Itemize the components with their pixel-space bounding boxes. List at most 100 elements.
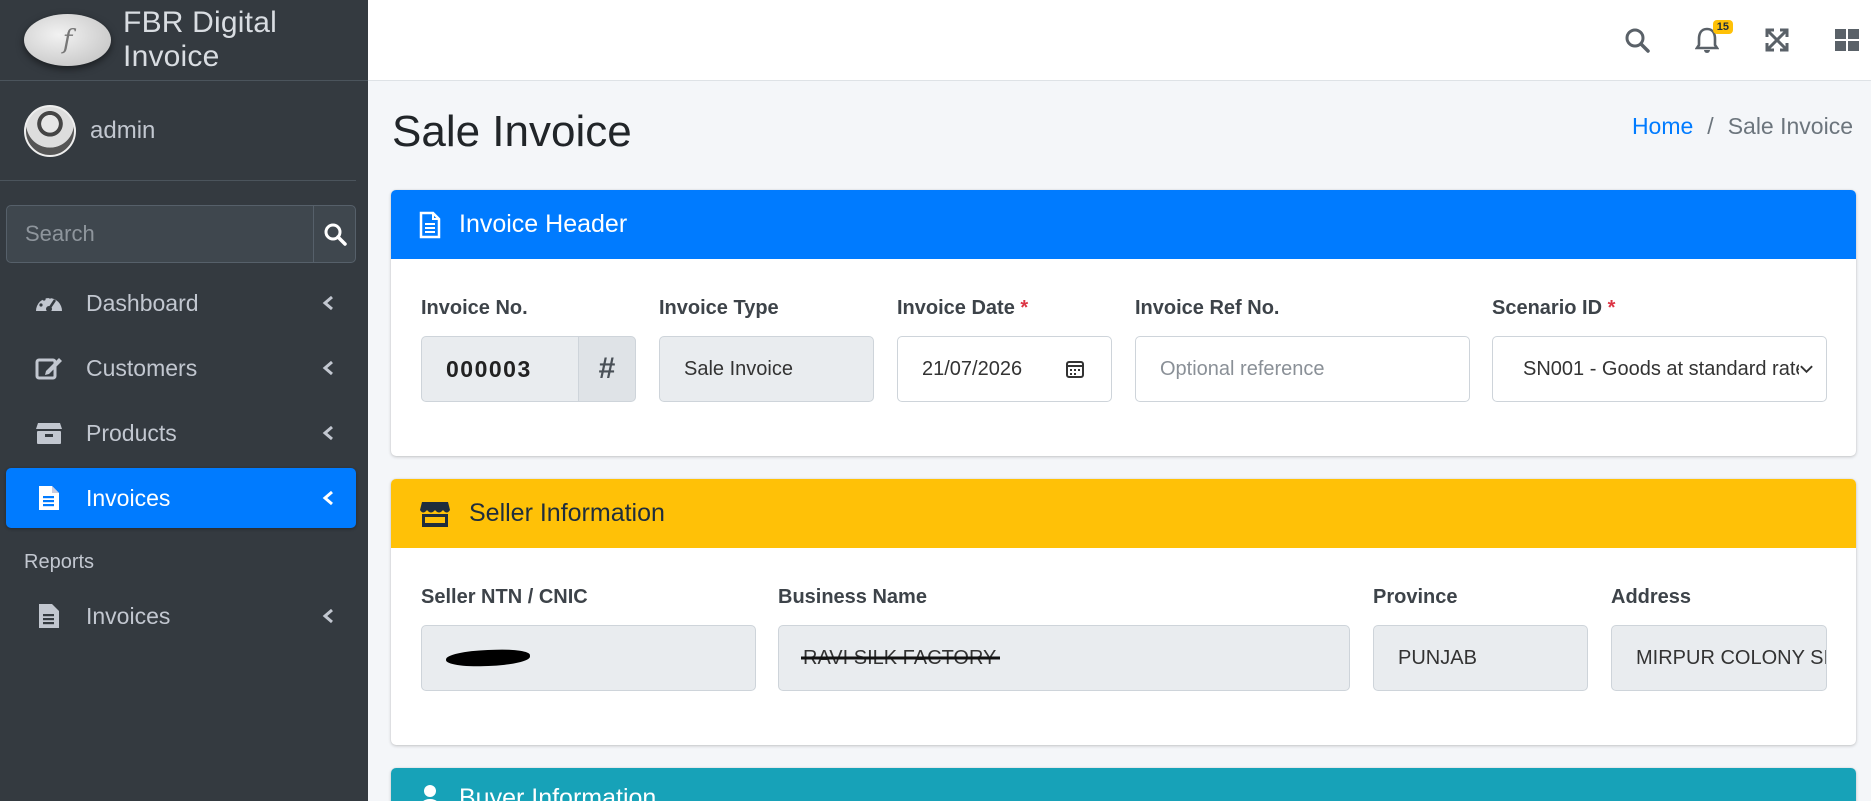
sidebar-search: [6, 205, 356, 263]
invoice-ref-input[interactable]: Optional reference: [1135, 336, 1470, 402]
notification-badge: 15: [1712, 20, 1733, 34]
user-panel[interactable]: admin: [0, 81, 356, 181]
page-title: Sale Invoice: [392, 107, 632, 156]
invoice-date-input[interactable]: 21/07/2026: [897, 336, 1112, 402]
brand-logo-letter: f: [62, 25, 73, 55]
seller-ntn-input[interactable]: [421, 625, 756, 691]
invoice-ref-placeholder: Optional reference: [1160, 357, 1325, 380]
invoice-date-label: Invoice Date *: [897, 297, 1112, 320]
card-title: Buyer Information: [459, 784, 657, 801]
chevron-left-icon: [322, 425, 334, 441]
breadcrumb-home-link[interactable]: Home: [1632, 113, 1693, 140]
business-name-label: Business Name: [778, 586, 927, 608]
invoice-no-label: Invoice No.: [421, 297, 528, 319]
business-name-value: RAVI SILK FACTORY: [803, 646, 997, 669]
search-icon: [324, 223, 347, 246]
edit-icon: [34, 354, 64, 382]
sidebar-search-input[interactable]: [7, 206, 313, 262]
main-content: Sale Invoice Home / Sale Invoice Invoice…: [368, 81, 1871, 801]
sidebar-item-customers[interactable]: Customers: [6, 338, 356, 398]
scenario-id-label: Scenario ID *: [1492, 297, 1827, 320]
province-input[interactable]: PUNJAB: [1373, 625, 1588, 691]
seller-ntn-label: Seller NTN / CNIC: [421, 586, 588, 608]
chevron-left-icon: [322, 608, 334, 624]
invoice-type-label: Invoice Type: [659, 297, 779, 319]
card-title: Seller Information: [469, 499, 665, 527]
fullscreen-button[interactable]: [1759, 22, 1795, 58]
search-icon: [1625, 28, 1650, 53]
grid-icon: [1835, 29, 1859, 51]
invoice-no-field: Invoice No. 000003 #: [421, 297, 636, 402]
avatar: [24, 104, 76, 157]
sidebar: f FBR Digital Invoice admin Dashboard Cu…: [0, 0, 368, 801]
sidebar-search-button[interactable]: [313, 206, 355, 262]
file-invoice-icon: [34, 484, 64, 512]
invoice-no-input[interactable]: 000003: [421, 336, 578, 402]
seller-ntn-field: Seller NTN / CNIC: [421, 586, 756, 691]
brand-link[interactable]: f FBR Digital Invoice: [0, 0, 368, 81]
invoice-type-field: Invoice Type Sale Invoice: [659, 297, 874, 402]
buyer-info-card: Buyer Information: [391, 768, 1856, 801]
gauge-icon: [34, 289, 64, 317]
hash-icon: #: [578, 336, 636, 402]
invoice-type-input[interactable]: Sale Invoice: [659, 336, 874, 402]
invoice-ref-label: Invoice Ref No.: [1135, 297, 1280, 319]
sidebar-item-label: Invoices: [86, 602, 171, 629]
scenario-id-select[interactable]: SN001 - Goods at standard rate t: [1492, 336, 1827, 402]
sidebar-item-label: Products: [86, 419, 177, 446]
invoice-date-label-text: Invoice Date: [897, 297, 1015, 319]
user-name: admin: [90, 116, 156, 144]
file-invoice-icon: [34, 602, 64, 630]
chevron-left-icon: [322, 490, 334, 506]
invoice-ref-field: Invoice Ref No. Optional reference: [1135, 297, 1470, 402]
breadcrumb-separator: /: [1707, 113, 1714, 139]
buyer-info-card-header: Buyer Information: [391, 768, 1856, 801]
address-field: Address MIRPUR COLONY SI: [1611, 586, 1827, 691]
invoice-header-card: Invoice Header Invoice No. 000003 # Invo…: [391, 190, 1856, 456]
required-mark: *: [1020, 297, 1029, 319]
user-icon: [419, 784, 441, 801]
required-mark: *: [1607, 297, 1616, 319]
card-title: Invoice Header: [459, 210, 628, 238]
sidebar-item-invoices[interactable]: Invoices: [6, 468, 356, 528]
expand-icon: [1765, 28, 1789, 52]
breadcrumb: Home / Sale Invoice: [1632, 113, 1853, 140]
sidebar-item-report-invoices[interactable]: Invoices: [6, 586, 356, 646]
scenario-id-label-text: Scenario ID: [1492, 297, 1603, 319]
seller-info-card-header: Seller Information: [391, 479, 1856, 548]
breadcrumb-current: Sale Invoice: [1727, 113, 1853, 139]
business-name-input[interactable]: RAVI SILK FACTORY: [778, 625, 1350, 691]
topbar: 15: [368, 0, 1871, 81]
sidebar-item-label: Dashboard: [86, 289, 199, 316]
control-sidebar-button[interactable]: [1829, 22, 1865, 58]
chevron-left-icon: [322, 295, 334, 311]
notifications-button[interactable]: 15: [1689, 20, 1733, 58]
scenario-id-field: Scenario ID * SN001 - Goods at standard …: [1492, 297, 1827, 402]
province-field: Province PUNJAB: [1373, 586, 1588, 691]
top-search-button[interactable]: [1619, 22, 1655, 58]
sidebar-header-reports: Reports: [24, 551, 95, 573]
calendar-icon[interactable]: [1065, 359, 1085, 379]
invoice-header-card-header: Invoice Header: [391, 190, 1856, 259]
file-icon: [419, 211, 441, 239]
sidebar-item-label: Invoices: [86, 484, 171, 511]
invoice-date-value: 21/07/2026: [922, 357, 1023, 380]
province-label: Province: [1373, 586, 1458, 608]
address-input[interactable]: MIRPUR COLONY SI: [1611, 625, 1827, 691]
invoice-date-field: Invoice Date * 21/07/2026: [897, 297, 1112, 402]
store-icon: [419, 500, 451, 528]
brand-title: FBR Digital Invoice: [123, 6, 277, 73]
business-name-field: Business Name RAVI SILK FACTORY: [778, 586, 1350, 691]
brand-logo: f: [24, 14, 112, 66]
chevron-left-icon: [322, 360, 334, 376]
box-icon: [34, 419, 64, 447]
invoice-no-group: 000003 #: [421, 336, 636, 402]
scenario-id-value: SN001 - Goods at standard rate t: [1523, 357, 1800, 380]
sidebar-item-dashboard[interactable]: Dashboard: [6, 273, 356, 333]
chevron-down-icon: [1800, 365, 1813, 374]
sidebar-nav: Dashboard Customers Products Invoices Re…: [0, 273, 368, 646]
address-label: Address: [1611, 586, 1692, 608]
redaction-mark: [445, 648, 531, 668]
sidebar-item-products[interactable]: Products: [6, 403, 356, 463]
sidebar-item-label: Customers: [86, 354, 198, 381]
